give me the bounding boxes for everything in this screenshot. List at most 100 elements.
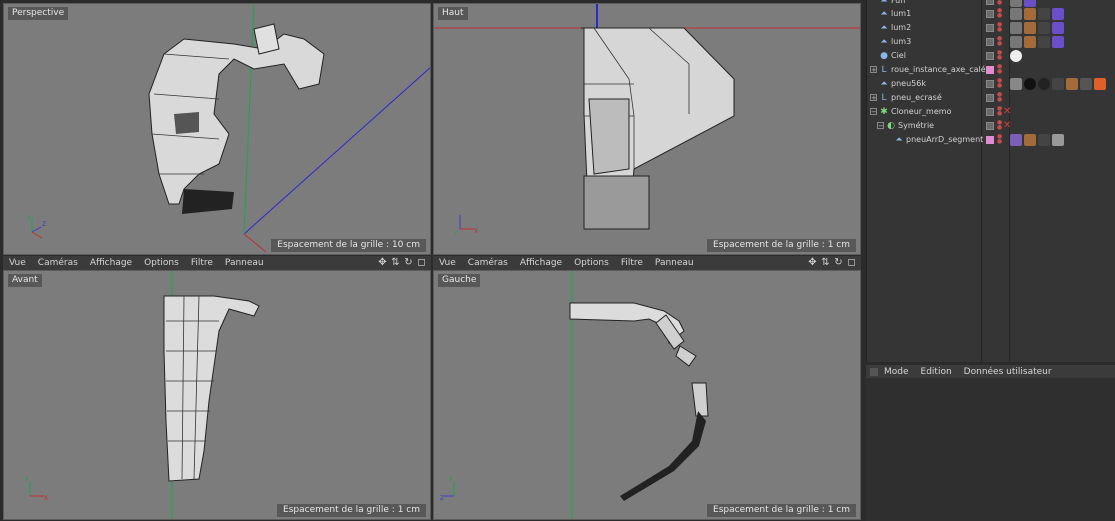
object-row[interactable]: − ◐ Symétrie ● ● ✕ [867, 119, 1115, 133]
collapse-icon[interactable]: − [870, 108, 877, 116]
menu-panneau[interactable]: Panneau [649, 258, 700, 268]
layer-check[interactable] [986, 80, 994, 88]
menu-options[interactable]: Options [568, 258, 615, 268]
layer-check[interactable] [986, 0, 994, 5]
visibility-dots-icon[interactable]: ●● [997, 106, 1002, 117]
axis-gizmo: Y Z [26, 215, 46, 239]
menu-filtre[interactable]: Filtre [615, 258, 649, 268]
gauche-scene [569, 271, 709, 519]
layer-check[interactable] [986, 94, 994, 102]
rotate-icon[interactable]: ↻ [833, 257, 844, 268]
viewport-gauche[interactable]: Gauche Espacement de la grille : 1 cm Y … [433, 270, 861, 520]
move-icon[interactable]: ✥ [377, 257, 388, 268]
object-name: Ciel [891, 51, 906, 60]
visibility-dots-icon[interactable]: ●● [997, 8, 1002, 19]
axis-z-label: Z [42, 221, 46, 228]
object-row[interactable]: ● Ciel ● ● [867, 49, 1115, 63]
viewport-haut[interactable]: Haut Espacement de la grille : 1 cm Y X [433, 3, 861, 255]
axis-y-label: Y [24, 476, 29, 483]
zoom-icon[interactable]: ⇅ [390, 257, 401, 268]
object-row[interactable]: ⏶ pneu56k ● ● [867, 77, 1115, 91]
zoom-icon[interactable]: ⇅ [820, 257, 831, 268]
layer-check[interactable] [986, 108, 994, 116]
menu-cameras[interactable]: Caméras [32, 258, 84, 268]
object-name: roue_instance_axe_calée [891, 65, 991, 74]
grid-spacing-label: Espacement de la grille : 10 cm [271, 239, 426, 252]
menu-panneau[interactable]: Panneau [219, 258, 270, 268]
visibility-dots-icon[interactable]: ●● [997, 50, 1002, 61]
object-name: Symétrie [898, 121, 935, 130]
layer-check[interactable] [986, 66, 994, 74]
visibility-dots-icon[interactable]: ●● [997, 22, 1002, 33]
maximize-icon[interactable]: ◻ [416, 257, 427, 268]
viewport-label: Haut [438, 7, 468, 20]
axis-y-label: Y [448, 476, 453, 483]
object-name: lum3 [891, 37, 912, 46]
expand-icon[interactable]: + [870, 66, 877, 74]
maximize-icon[interactable]: ◻ [846, 257, 857, 268]
disabled-x-icon[interactable]: ✕ [1003, 105, 1011, 119]
rotate-icon[interactable]: ↻ [403, 257, 414, 268]
axis-x-label: X [474, 228, 478, 235]
layer-check[interactable] [986, 10, 994, 18]
object-name: pneu_ecrasé [891, 93, 942, 102]
viewport-menubar-gauche: Vue Caméras Affichage Options Filtre Pan… [433, 256, 861, 270]
menu-filtre[interactable]: Filtre [185, 258, 219, 268]
collapse-icon[interactable]: − [877, 122, 884, 130]
expand-icon[interactable]: + [870, 94, 877, 102]
object-row[interactable]: ⏶ lum1 ● ● [867, 7, 1115, 21]
polygon-object-icon: ⏶ [880, 79, 888, 89]
layer-check[interactable] [986, 136, 994, 144]
layer-check[interactable] [986, 52, 994, 60]
object-row[interactable]: + L pneu_ecrasé ● ● [867, 91, 1115, 105]
viewport-label: Gauche [438, 274, 481, 287]
viewport-avant[interactable]: Avant Espacement de la grille : 1 cm Y X [3, 270, 431, 520]
visibility-dots-icon[interactable]: ●● [997, 64, 1002, 75]
visibility-dots-icon[interactable]: ●● [997, 120, 1002, 131]
move-icon[interactable]: ✥ [807, 257, 818, 268]
viewport-label: Avant [8, 274, 42, 287]
axis-gizmo: Y X [24, 476, 48, 502]
object-manager: ⏶ Fun ●● ⏶ lum1 ●● ⏶ lum2 ●● ⏶ lum3 ●● ●… [866, 0, 1115, 362]
object-row[interactable]: ⏶ pneuArrD_segment ● ● [867, 133, 1115, 147]
object-name: lum1 [891, 9, 912, 18]
grid-spacing-label: Espacement de la grille : 1 cm [707, 504, 856, 517]
menu-affichage[interactable]: Affichage [84, 258, 138, 268]
symmetry-icon: ◐ [887, 121, 895, 131]
visibility-dots-icon[interactable]: ●● [997, 36, 1002, 47]
visibility-dots-icon[interactable]: ●● [997, 78, 1002, 89]
perspective-scene [148, 4, 430, 253]
light-icon: ⏶ [880, 23, 888, 33]
visibility-dots-icon[interactable]: ●● [997, 0, 1002, 6]
menu-cameras[interactable]: Caméras [462, 258, 514, 268]
visibility-dots-icon[interactable]: ●● [997, 134, 1002, 145]
polygon-object-icon: ⏶ [895, 135, 903, 145]
layer-check[interactable] [986, 38, 994, 46]
viewport-perspective[interactable]: Perspective Espacement de la grille : 10… [3, 3, 431, 255]
axis-x-label: X [44, 495, 48, 502]
menu-options[interactable]: Options [138, 258, 185, 268]
menu-vue[interactable]: Vue [433, 258, 462, 268]
disabled-x-icon[interactable]: ✕ [1003, 119, 1011, 133]
object-name: Cloneur_memo [891, 107, 952, 116]
axis-y-label: Y [453, 230, 458, 237]
grid-spacing-label: Espacement de la grille : 1 cm [277, 504, 426, 517]
object-row[interactable]: ⏶ lum3 ● ● [867, 35, 1115, 49]
menu-affichage[interactable]: Affichage [514, 258, 568, 268]
visibility-dots-icon[interactable]: ●● [997, 92, 1002, 103]
attribute-manager-menubar: Mode Edition Données utilisateur [866, 365, 1115, 378]
axis-y-label: Y [26, 215, 31, 222]
object-name: pneu56k [891, 79, 926, 88]
viewport-label: Perspective [8, 7, 69, 20]
object-row[interactable]: ⏶ lum2 ● ● [867, 21, 1115, 35]
object-row[interactable]: − ✱ Cloneur_memo ● ● ✕ [867, 105, 1115, 119]
menu-edition[interactable]: Edition [915, 367, 958, 377]
menu-user-data[interactable]: Données utilisateur [958, 367, 1058, 377]
menu-vue[interactable]: Vue [3, 258, 32, 268]
layer-check[interactable] [986, 122, 994, 130]
null-object-icon: L [881, 65, 887, 75]
object-row[interactable]: + L roue_instance_axe_calée ● ● [867, 63, 1115, 77]
layer-check[interactable] [986, 24, 994, 32]
light-icon: ⏶ [880, 9, 888, 19]
menu-mode[interactable]: Mode [878, 367, 915, 377]
